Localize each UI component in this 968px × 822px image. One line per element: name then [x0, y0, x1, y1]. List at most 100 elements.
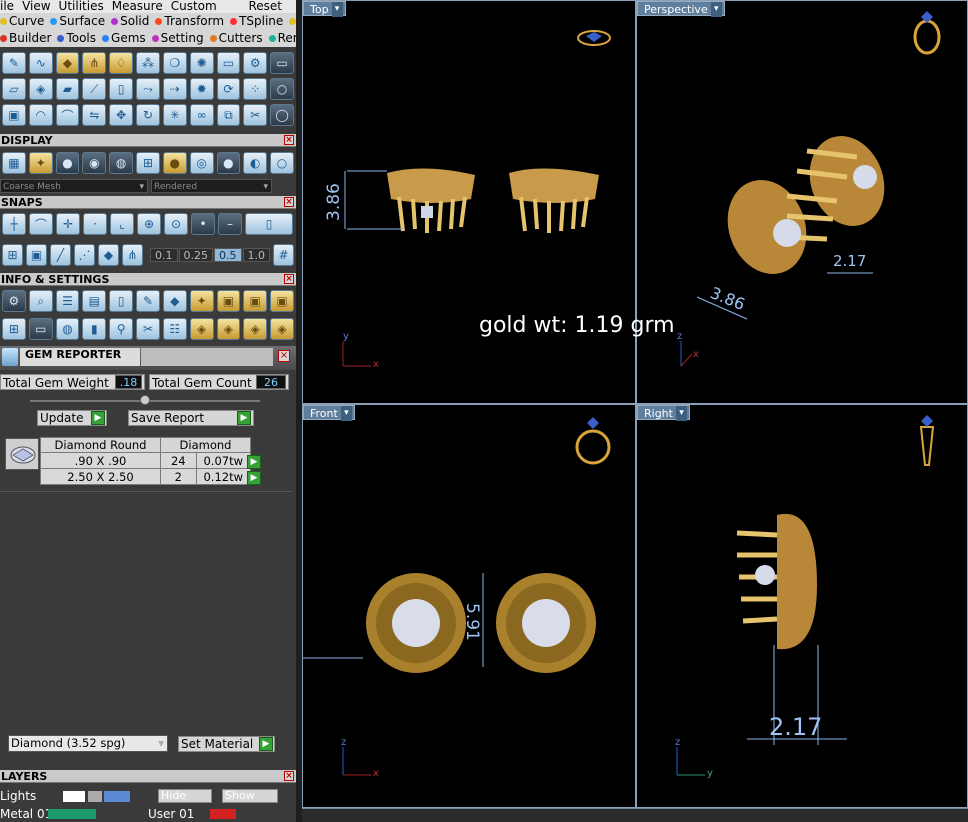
viewport-right[interactable]: Right 2.17 z y	[636, 404, 968, 808]
monitor-icon[interactable]: ▭	[28, 318, 53, 340]
menu-reset[interactable]: Reset	[248, 0, 282, 13]
white-sphere-icon[interactable]: ○	[270, 152, 294, 174]
material-select[interactable]: Diamond (3.52 spg)	[8, 735, 168, 752]
list-icon[interactable]: ☷	[162, 318, 187, 340]
cylinder-tool-icon[interactable]: ▭	[216, 52, 241, 74]
flow-tool-icon[interactable]: ⇢	[162, 78, 187, 100]
frame2-icon[interactable]: ▣	[243, 290, 268, 312]
close-icon[interactable]: ×	[284, 135, 294, 145]
display-header[interactable]: DISPLAY ×	[0, 134, 296, 147]
edit-icon[interactable]: ✎	[136, 290, 160, 312]
gear-tool-icon[interactable]: ⚙	[243, 52, 268, 74]
snap-grid-settings-icon[interactable]: #	[273, 244, 294, 266]
box-icon[interactable]: ▤	[82, 290, 107, 312]
page-tool-icon[interactable]: ▯	[109, 78, 134, 100]
prong-tool-icon[interactable]: ⋔	[82, 52, 107, 74]
tab-tools[interactable]: Tools	[57, 30, 96, 47]
tab-solid[interactable]: Solid	[111, 13, 149, 30]
panel-toggle-icon[interactable]: ▭	[270, 52, 294, 74]
search-icon[interactable]: ⌕	[28, 290, 53, 312]
set-material-go-icon[interactable]: ▶	[259, 737, 273, 751]
menu-custom[interactable]: Custom	[171, 0, 217, 13]
frame-icon[interactable]: ▣	[216, 290, 241, 312]
layers-header[interactable]: LAYERS ×	[0, 770, 296, 783]
render-select[interactable]: Rendered	[151, 179, 272, 194]
chrome-sphere-icon[interactable]: ◐	[243, 152, 268, 174]
curve-tool-icon[interactable]: ∿	[28, 52, 53, 74]
snaps-header[interactable]: SNAPS ×	[0, 196, 296, 209]
rotate-tool-icon[interactable]: ↻	[136, 104, 160, 126]
line-tool-icon[interactable]: ✎	[2, 52, 26, 74]
row-go-icon[interactable]: ▶	[247, 455, 261, 469]
ring-gem4-icon[interactable]: ◈	[270, 318, 294, 340]
mirror-tool-icon[interactable]: ⇋	[82, 104, 107, 126]
snap-corner-icon[interactable]: ⌞	[110, 213, 134, 235]
snap-circle-icon[interactable]: ⊙	[164, 213, 188, 235]
move-tool-icon[interactable]: ✥	[109, 104, 134, 126]
setting-tool-icon[interactable]: ♢	[109, 52, 134, 74]
layer-color[interactable]	[48, 809, 96, 819]
viewport-perspective[interactable]: Perspective 3.86 2.17 z x	[636, 0, 968, 404]
show-button[interactable]: Show	[222, 789, 278, 803]
close-icon[interactable]: ×	[284, 197, 294, 207]
table-row[interactable]: .90 X .90 24 0.07tw	[40, 452, 252, 469]
ring-gem-icon[interactable]: ◈	[189, 318, 214, 340]
pearl-sphere-icon[interactable]: ◎	[189, 152, 214, 174]
env-view-icon[interactable]: ◍	[109, 152, 134, 174]
snap-mid-icon[interactable]: •	[191, 213, 215, 235]
pave-tool-icon[interactable]: ⁂	[136, 52, 160, 74]
link-tool-icon[interactable]: ∞	[189, 104, 214, 126]
filter-icon[interactable]: ⚲	[109, 318, 134, 340]
tab-art[interactable]: Art	[289, 13, 296, 30]
hide-button[interactable]: Hide	[158, 789, 212, 803]
sphere-view-icon[interactable]: ●	[55, 152, 80, 174]
menu-view[interactable]: View	[22, 0, 50, 13]
save-report-button[interactable]: Save Report	[128, 410, 254, 426]
frame3-icon[interactable]: ▣	[270, 290, 294, 312]
array-tool-icon[interactable]: ⁘	[243, 78, 268, 100]
tab-cutters[interactable]: Cutters	[209, 30, 263, 47]
save-report-go-icon[interactable]: ▶	[237, 411, 251, 425]
row-go-icon[interactable]: ▶	[247, 471, 261, 485]
gem-tool-icon[interactable]: ◆	[55, 52, 80, 74]
layer-row-metal[interactable]: Metal 01 User 01	[0, 806, 296, 822]
snap-cross-icon[interactable]: ✛	[56, 213, 80, 235]
arc-tool-icon[interactable]: ◠	[28, 104, 53, 126]
snap-toggle-icon[interactable]: ▯	[245, 213, 293, 235]
bend-tool-icon[interactable]: ⤳	[136, 78, 160, 100]
snap-layout-icon[interactable]: ⊞	[2, 244, 23, 266]
snap-dash-icon[interactable]: ⋰	[74, 244, 95, 266]
close-icon[interactable]: ×	[278, 350, 290, 362]
tab-gems[interactable]: Gems	[102, 30, 146, 47]
snap-node-icon[interactable]: ⋔	[122, 244, 143, 266]
extrude-tool-icon[interactable]: ▰	[55, 78, 80, 100]
fillet-tool-icon[interactable]: ⌒	[55, 104, 80, 126]
snap-point-icon[interactable]: ·	[83, 213, 107, 235]
circle-tool-icon[interactable]: ◯	[270, 104, 294, 126]
ring-gem2-icon[interactable]: ◈	[216, 318, 241, 340]
measure-icon[interactable]: ✦	[189, 290, 214, 312]
diamond-tool-icon[interactable]: ◈	[28, 78, 53, 100]
tab-tspline[interactable]: TSpline	[230, 13, 283, 30]
material-view-icon[interactable]: ◉	[82, 152, 107, 174]
layout-view-icon[interactable]: ⊞	[136, 152, 160, 174]
tab-setting[interactable]: Setting	[151, 30, 204, 47]
book-icon[interactable]: ▮	[82, 318, 107, 340]
burst-tool-icon[interactable]: ✹	[189, 78, 214, 100]
menu-file[interactable]: ile	[0, 0, 14, 13]
group-tool-icon[interactable]: ⧉	[216, 104, 241, 126]
shaded-view-icon[interactable]: ✦	[28, 152, 53, 174]
snap-value-0[interactable]: 0.1	[150, 248, 178, 262]
snap-center-icon[interactable]: ⊕	[137, 213, 161, 235]
drop-tool-icon[interactable]: ❍	[162, 52, 187, 74]
snap-box-icon[interactable]: ▣	[26, 244, 47, 266]
sweep-tool-icon[interactable]: ⟋	[82, 78, 107, 100]
layer-row-lights[interactable]: Lights Hide Show	[0, 787, 296, 805]
cube-tool-icon[interactable]: ▣	[2, 104, 26, 126]
snap-diamond-icon[interactable]: ◆	[98, 244, 119, 266]
explode-tool-icon[interactable]: ✳	[162, 104, 187, 126]
cube-purple-icon[interactable]: ◆	[162, 290, 187, 312]
halo-tool-icon[interactable]: ✺	[189, 52, 214, 74]
cut-tool-icon[interactable]: ✂	[243, 104, 268, 126]
dark-sphere-icon[interactable]: ●	[216, 152, 241, 174]
